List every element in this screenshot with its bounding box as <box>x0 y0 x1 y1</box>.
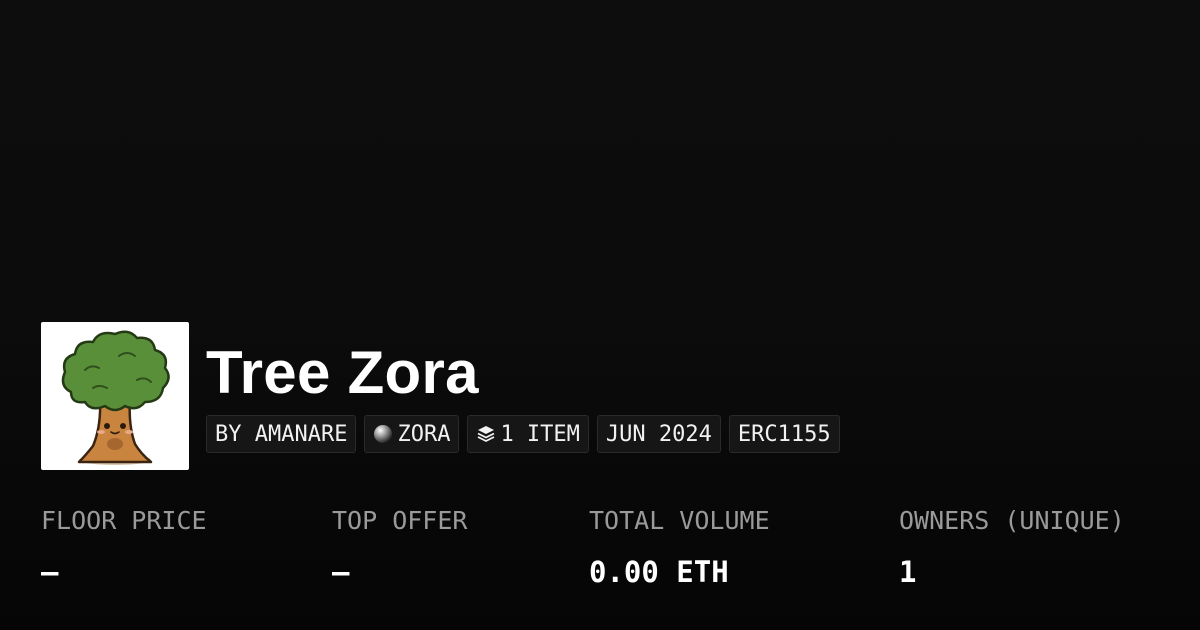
date-label: JUN 2024 <box>605 421 712 447</box>
total-volume-label: TOTAL VOLUME <box>589 506 770 535</box>
chain-tag[interactable]: ZORA <box>364 415 460 453</box>
items-label: 1 ITEM <box>500 421 580 447</box>
items-tag[interactable]: 1 ITEM <box>467 415 589 453</box>
layers-icon <box>478 426 495 442</box>
date-tag: JUN 2024 <box>596 415 721 453</box>
collection-tags: BY AMANARE ZORA 1 ITEM JUN 2024 ERC1155 <box>206 415 840 453</box>
floor-price-stat: FLOOR PRICE – <box>41 506 207 588</box>
collection-title: Tree Zora <box>206 339 479 406</box>
top-offer-value: – <box>332 555 350 589</box>
floor-price-value: – <box>41 555 59 589</box>
floor-price-label: FLOOR PRICE <box>41 506 207 535</box>
total-volume-stat: TOTAL VOLUME 0.00 ETH <box>589 506 770 588</box>
chain-label: ZORA <box>397 421 451 447</box>
tree-character-icon <box>61 330 170 465</box>
standard-tag: ERC1155 <box>728 415 840 453</box>
owners-stat: OWNERS (UNIQUE) 1 <box>899 506 1125 588</box>
collection-thumbnail <box>41 322 189 470</box>
owners-label: OWNERS (UNIQUE) <box>899 506 1125 535</box>
top-offer-stat: TOP OFFER – <box>332 506 467 588</box>
total-volume-value: 0.00 ETH <box>589 555 729 589</box>
standard-label: ERC1155 <box>737 421 831 447</box>
zora-orb-icon <box>374 425 393 443</box>
top-offer-label: TOP OFFER <box>332 506 468 535</box>
owners-value: 1 <box>899 555 917 589</box>
creator-tag[interactable]: BY AMANARE <box>206 415 357 453</box>
creator-label: BY AMANARE <box>215 421 348 447</box>
